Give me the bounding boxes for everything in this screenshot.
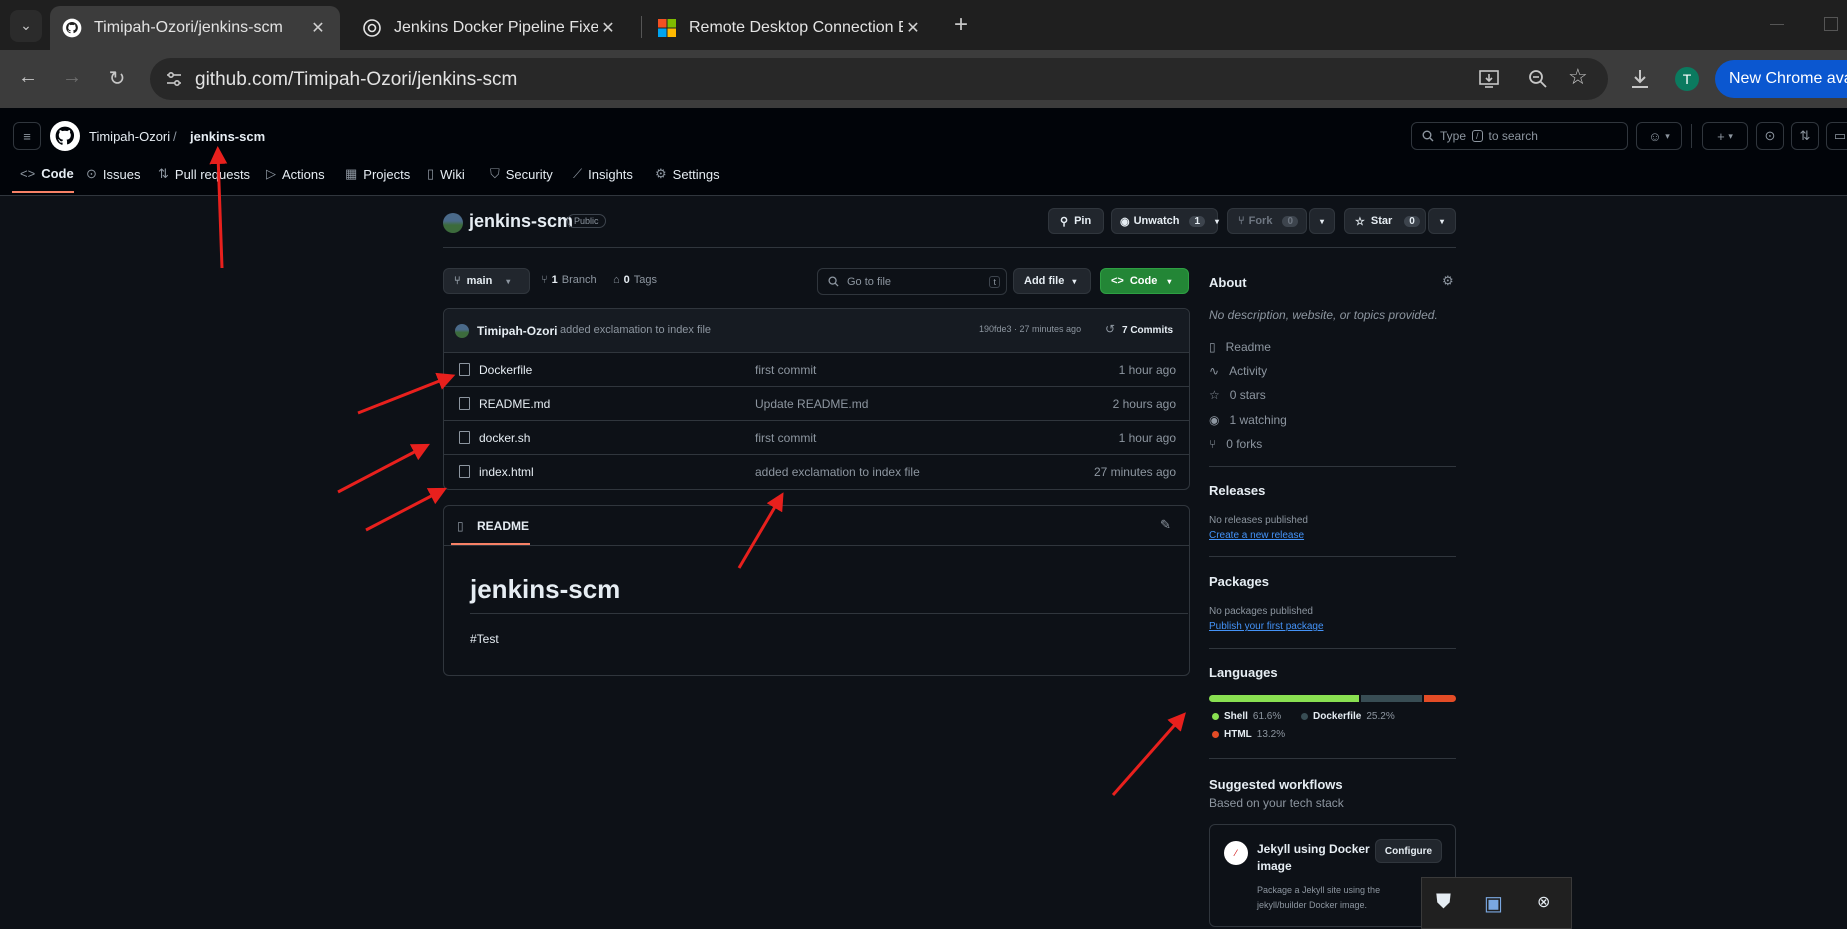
annotation-arrow [357, 372, 456, 415]
annotation-arrow [1111, 712, 1186, 796]
annotation-arrow [737, 492, 784, 569]
annotation-arrow [365, 487, 447, 532]
annotation-arrows-overlay [209, 146, 1186, 796]
annotation-arrow [337, 443, 430, 494]
annotation-arrow [209, 146, 228, 269]
